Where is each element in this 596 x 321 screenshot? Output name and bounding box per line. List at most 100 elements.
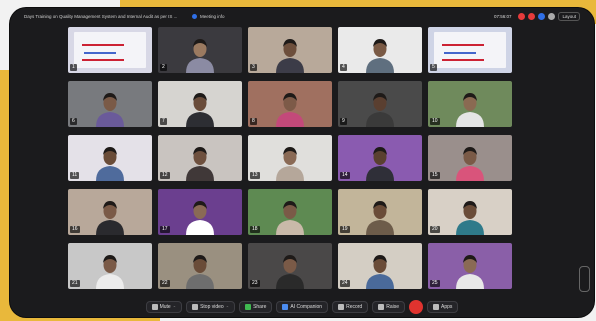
raise-hand-button[interactable]: Raise [372, 301, 406, 313]
shared-slide-thumbnail [74, 32, 146, 68]
participant-tile[interactable]: 18 [248, 189, 332, 235]
participant-video-person [456, 147, 484, 181]
participant-video-person [276, 39, 304, 73]
share-button[interactable]: Share [239, 301, 273, 313]
shield-icon[interactable] [538, 12, 546, 20]
participant-tile[interactable]: 20 [428, 189, 512, 235]
gallery-scroll-control[interactable] [579, 266, 590, 292]
participant-number: 12 [160, 172, 170, 179]
participant-video-person [96, 255, 124, 289]
recording-icon[interactable] [528, 12, 536, 20]
participant-number: 14 [340, 172, 350, 179]
participant-tile[interactable]: 24 [338, 243, 422, 289]
meeting-info-label: Meeting info [200, 13, 225, 19]
participant-tile[interactable]: 10 [428, 81, 512, 127]
slide-text-line [442, 44, 484, 46]
meeting-window: Days Training on Quality Management Syst… [10, 8, 594, 317]
participant-number: 2 [160, 64, 167, 71]
mute-button[interactable]: Mute ⌃ [145, 301, 183, 313]
participant-tile[interactable]: 3 [248, 27, 332, 73]
apps-button[interactable]: Apps [427, 301, 459, 313]
participant-tile[interactable]: 4 [338, 27, 422, 73]
layout-button[interactable]: Layout [558, 11, 580, 21]
participant-tile[interactable]: 11 [68, 135, 152, 181]
participant-video-person [96, 201, 124, 235]
participant-number: 4 [340, 64, 347, 71]
participant-tile[interactable]: 13 [248, 135, 332, 181]
participant-video-person [186, 255, 214, 289]
participant-number: 13 [250, 172, 260, 179]
record-icon [338, 304, 345, 310]
security-icon[interactable] [518, 12, 526, 20]
sparkle-icon [282, 304, 289, 310]
participant-tile[interactable]: 1 [68, 27, 152, 73]
meeting-title: Days Training on Quality Management Syst… [24, 13, 178, 19]
participant-number: 22 [160, 280, 170, 287]
participant-tile[interactable]: 23 [248, 243, 332, 289]
participant-video-person [366, 93, 394, 127]
share-screen-icon [245, 304, 252, 310]
participant-number: 17 [160, 226, 170, 233]
end-call-button[interactable] [409, 300, 424, 314]
slide-text-line [82, 44, 124, 46]
participant-number: 6 [70, 118, 77, 125]
participant-tile[interactable]: 19 [338, 189, 422, 235]
participant-video-person [276, 201, 304, 235]
participant-video-person [96, 147, 124, 181]
participant-number: 5 [430, 64, 437, 71]
ai-companion-button[interactable]: AI Companion [276, 301, 329, 313]
participant-tile[interactable]: 7 [158, 81, 242, 127]
chevron-down-icon[interactable]: ⌃ [226, 305, 229, 310]
participant-tile[interactable]: 25 [428, 243, 512, 289]
participant-tile[interactable]: 16 [68, 189, 152, 235]
participant-tile[interactable]: 17 [158, 189, 242, 235]
settings-icon[interactable] [548, 12, 556, 20]
slide-text-line [442, 59, 484, 61]
participant-tile[interactable]: 12 [158, 135, 242, 181]
participant-tile[interactable]: 6 [68, 81, 152, 127]
participant-number: 3 [250, 64, 257, 71]
stop-video-button[interactable]: Stop video ⌃ [186, 301, 236, 313]
share-label: Share [253, 304, 267, 310]
participant-number: 24 [340, 280, 350, 287]
shared-slide-thumbnail [434, 32, 506, 68]
participant-video-person [456, 255, 484, 289]
slide-text-line [444, 52, 476, 54]
participant-video-person [276, 147, 304, 181]
participant-tile[interactable]: 5 [428, 27, 512, 73]
participant-number: 7 [160, 118, 167, 125]
participant-video-person [366, 147, 394, 181]
participant-tile[interactable]: 2 [158, 27, 242, 73]
participant-number: 11 [70, 172, 80, 179]
hand-icon [378, 304, 385, 310]
participant-tile[interactable]: 22 [158, 243, 242, 289]
record-label: Record [346, 304, 363, 310]
slide-text-line [82, 59, 124, 61]
participant-number: 19 [340, 226, 350, 233]
participant-number: 8 [250, 118, 257, 125]
chevron-down-icon[interactable]: ⌃ [173, 305, 176, 310]
participant-tile[interactable]: 8 [248, 81, 332, 127]
participant-video-person [186, 147, 214, 181]
participant-tile[interactable]: 9 [338, 81, 422, 127]
video-camera-icon [192, 304, 199, 310]
meeting-clock: 07:56:07 [493, 13, 512, 19]
participant-number: 23 [250, 280, 260, 287]
participant-video-person [456, 93, 484, 127]
participant-tile[interactable]: 15 [428, 135, 512, 181]
participant-tile[interactable]: 21 [68, 243, 152, 289]
record-button[interactable]: Record [332, 301, 369, 313]
participant-number: 21 [70, 280, 80, 287]
participant-number: 16 [70, 226, 80, 233]
participant-video-person [456, 201, 484, 235]
participant-number: 9 [340, 118, 347, 125]
meeting-info-button[interactable]: Meeting info [192, 13, 225, 19]
participant-video-person [96, 93, 124, 127]
participant-number: 18 [250, 226, 260, 233]
participant-tile[interactable]: 14 [338, 135, 422, 181]
participant-video-person [186, 93, 214, 127]
meeting-topbar: Days Training on Quality Management Syst… [10, 8, 594, 24]
apps-icon [433, 304, 440, 310]
participant-video-person [276, 255, 304, 289]
ai-companion-label: AI Companion [290, 304, 323, 310]
